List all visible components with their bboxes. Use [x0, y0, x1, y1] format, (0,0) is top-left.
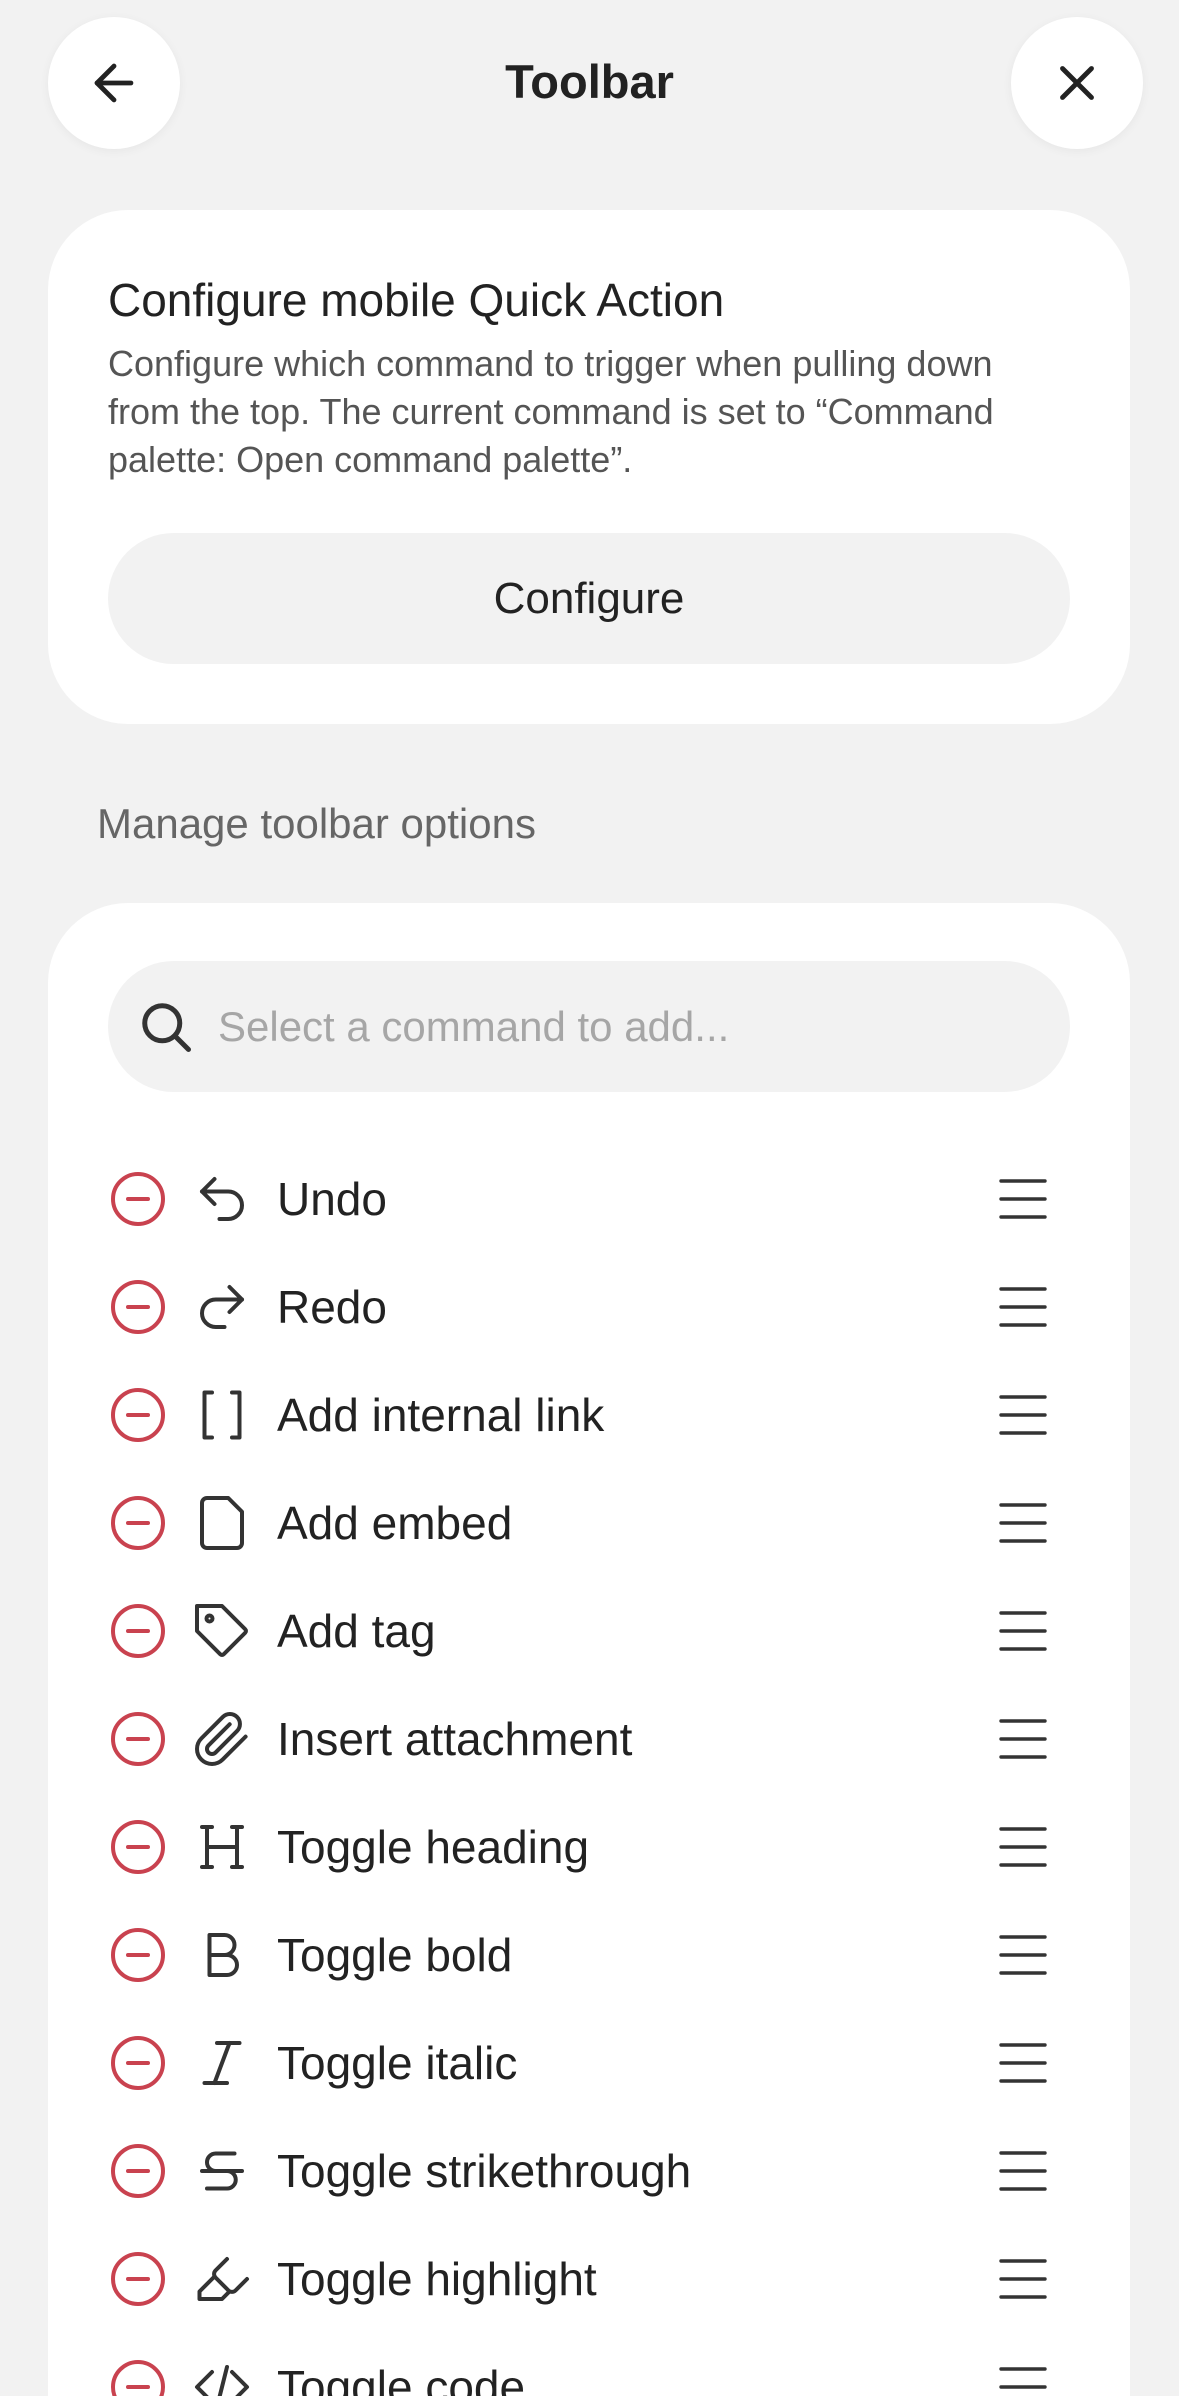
- list-item: Undo: [48, 1145, 1130, 1253]
- list-item: Toggle strikethrough: [48, 2117, 1130, 2225]
- list-item-label: Toggle heading: [277, 1821, 590, 1873]
- strikethrough-icon: [192, 2141, 252, 2201]
- minus-circle-icon: [111, 1820, 165, 1874]
- drag-handle-icon[interactable]: [998, 2363, 1048, 2396]
- drag-handle-icon[interactable]: [998, 2147, 1048, 2195]
- brackets-icon: [192, 1385, 252, 1445]
- drag-handle-icon[interactable]: [998, 1391, 1048, 1439]
- file-icon: [192, 1493, 252, 1553]
- code-icon: [192, 2357, 252, 2396]
- paperclip-icon: [192, 1709, 252, 1769]
- section-label: Manage toolbar options: [97, 800, 536, 847]
- list-item-label: Add tag: [277, 1605, 436, 1657]
- remove-item-button[interactable]: [108, 2033, 168, 2093]
- list-item-label: Add embed: [277, 1497, 513, 1549]
- remove-item-button[interactable]: [108, 1601, 168, 1661]
- minus-circle-icon: [111, 1604, 165, 1658]
- minus-circle-icon: [111, 1928, 165, 1982]
- quick-action-title: Configure mobile Quick Action: [108, 274, 725, 326]
- drag-handle-icon[interactable]: [998, 1175, 1048, 1223]
- remove-item-button[interactable]: [108, 1385, 168, 1445]
- list-item-label: Toggle code: [277, 2361, 526, 2396]
- drag-handle-icon[interactable]: [998, 1499, 1048, 1547]
- drag-handle-icon[interactable]: [998, 1823, 1048, 1871]
- remove-item-button[interactable]: [108, 1493, 168, 1553]
- header: Toolbar: [0, 0, 1179, 170]
- highlighter-icon: [192, 2249, 252, 2309]
- close-button[interactable]: [1011, 17, 1143, 149]
- remove-item-button[interactable]: [108, 1817, 168, 1877]
- quick-action-description: Configure which command to trigger when …: [108, 343, 994, 480]
- list-item-label: Undo: [277, 1173, 387, 1225]
- drag-handle-icon[interactable]: [998, 1283, 1048, 1331]
- remove-item-button[interactable]: [108, 2249, 168, 2309]
- remove-item-button[interactable]: [108, 1169, 168, 1229]
- list-item: Toggle italic: [48, 2009, 1130, 2117]
- drag-handle-icon[interactable]: [998, 1715, 1048, 1763]
- list-item-label: Toggle strikethrough: [277, 2145, 692, 2197]
- list-item: Redo: [48, 1253, 1130, 1361]
- configure-button[interactable]: Configure: [108, 533, 1070, 664]
- tag-icon: [192, 1601, 252, 1661]
- quick-action-card: Configure mobile Quick Action Configure …: [48, 210, 1130, 724]
- list-item: Insert attachment: [48, 1685, 1130, 1793]
- drag-handle-icon[interactable]: [998, 1607, 1048, 1655]
- remove-item-button[interactable]: [108, 1709, 168, 1769]
- list-item-label: Add internal link: [277, 1389, 605, 1441]
- italic-icon: [192, 2033, 252, 2093]
- list-item-label: Redo: [277, 1281, 387, 1333]
- list-item: Add tag: [48, 1577, 1130, 1685]
- bold-icon: [192, 1925, 252, 1985]
- search-icon: [136, 997, 196, 1057]
- remove-item-button[interactable]: [108, 2141, 168, 2201]
- list-item-label: Toggle italic: [277, 2037, 518, 2089]
- undo-icon: [192, 1169, 252, 1229]
- list-item: Toggle heading: [48, 1793, 1130, 1901]
- remove-item-button[interactable]: [108, 1925, 168, 1985]
- list-item: Toggle bold: [48, 1901, 1130, 2009]
- page-title: Toolbar: [505, 55, 674, 108]
- drag-handle-icon[interactable]: [998, 2255, 1048, 2303]
- minus-circle-icon: [111, 1496, 165, 1550]
- command-list: Undo Redo Add internal link Add embed Add ta…: [48, 1145, 1130, 2396]
- drag-handle-icon[interactable]: [998, 1931, 1048, 1979]
- close-icon: [1060, 66, 1094, 100]
- minus-circle-icon: [111, 2036, 165, 2090]
- drag-handle-icon[interactable]: [998, 2039, 1048, 2087]
- minus-circle-icon: [111, 2360, 165, 2396]
- list-item-label: Toggle highlight: [277, 2253, 597, 2305]
- list-item-label: Toggle bold: [277, 1929, 513, 1981]
- minus-circle-icon: [111, 1172, 165, 1226]
- list-item: Add internal link: [48, 1361, 1130, 1469]
- list-item: Toggle highlight: [48, 2225, 1130, 2333]
- heading-icon: [192, 1817, 252, 1877]
- remove-item-button[interactable]: [108, 2357, 168, 2396]
- minus-circle-icon: [111, 1388, 165, 1442]
- search-input[interactable]: [218, 1002, 1038, 1051]
- minus-circle-icon: [111, 2144, 165, 2198]
- remove-item-button[interactable]: [108, 1277, 168, 1337]
- toolbar-options-card: Undo Redo Add internal link Add embed Add ta…: [48, 903, 1130, 2396]
- command-search[interactable]: [108, 961, 1070, 1092]
- list-item: Toggle code: [48, 2333, 1130, 2396]
- list-item: Add embed: [48, 1469, 1130, 1577]
- redo-icon: [192, 1277, 252, 1337]
- list-item-label: Insert attachment: [277, 1713, 633, 1765]
- minus-circle-icon: [111, 2252, 165, 2306]
- toolbar-settings-page: Toolbar Configure mobile Quick Action Co…: [0, 0, 1179, 2396]
- minus-circle-icon: [111, 1280, 165, 1334]
- minus-circle-icon: [111, 1712, 165, 1766]
